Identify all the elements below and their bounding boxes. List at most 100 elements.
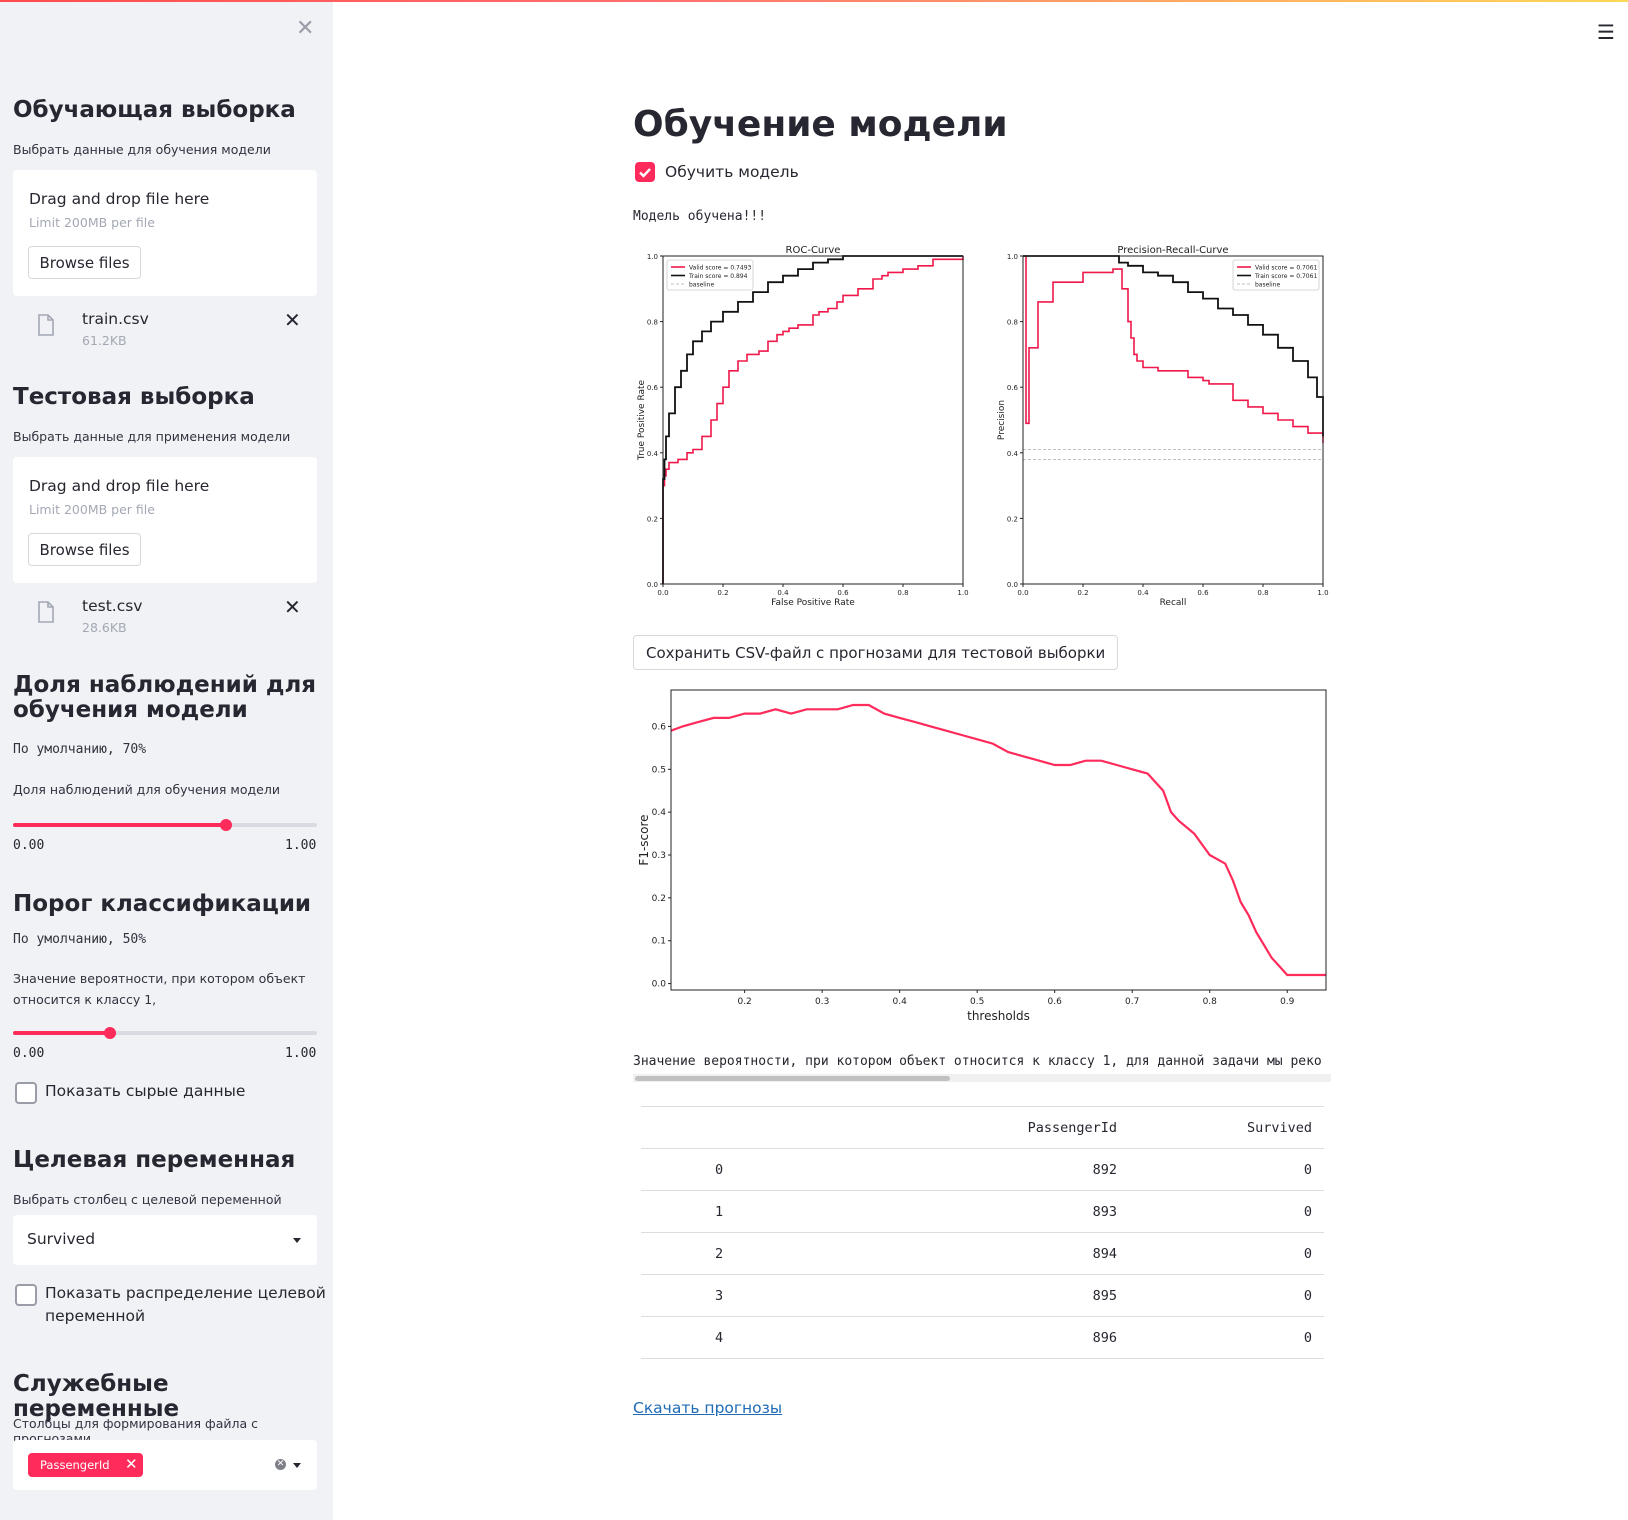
chevron-down-icon [293, 1238, 301, 1243]
service-multiselect[interactable]: PassengerId ✕ ✕ [13, 1440, 317, 1490]
table-row: 0 892 0 [641, 1148, 1324, 1191]
target-select[interactable]: Survived [13, 1215, 317, 1265]
close-sidebar-icon[interactable]: ✕ [296, 16, 314, 41]
slider-max: 1.00 [285, 838, 317, 853]
show-raw-checkbox[interactable] [15, 1082, 37, 1104]
precision-recall-chart: 0.0 0.2 0.4 0.6 0.8 1.0 0.0 0.2 0.4 0.6 0.8 1.0 Prec… [997, 245, 1329, 608]
service-heading: Служебные переменные [13, 1371, 180, 1422]
slider-max: 1.00 [285, 1046, 317, 1061]
save-csv-button[interactable]: Сохранить CSV-файл с прогнозами для тест… [633, 635, 1119, 670]
remove-chip-icon[interactable]: ✕ [125, 1455, 138, 1473]
series-line-2 [663, 256, 964, 585]
x-tick-label: 0.8 [897, 589, 908, 597]
train-heading: Обучающая выборка [13, 97, 296, 123]
train-model-checkbox[interactable] [635, 162, 655, 182]
y-tick-label: 0.2 [647, 515, 658, 523]
split-slider-label: Доля наблюдений для обучения модели [13, 782, 280, 797]
column-header: Survived [1129, 1106, 1324, 1149]
scrollbar-thumb[interactable] [635, 1076, 950, 1081]
threshold-slider[interactable] [13, 1022, 317, 1042]
threshold-label-line1: Значение вероятности, при котором объект [13, 971, 306, 986]
chart-title: Precision-Recall-Curve [1117, 245, 1228, 256]
split-slider[interactable] [13, 814, 317, 834]
legend-entry: baseline [689, 281, 714, 288]
split-default-note: По умолчанию, 70% [13, 742, 147, 757]
cell: 0 [1129, 1190, 1324, 1233]
remove-file-icon[interactable]: ✕ [284, 595, 301, 619]
browse-files-button[interactable]: Browse files [28, 246, 141, 279]
y-tick-label: 0.6 [647, 384, 659, 392]
y-tick-label: 0.0 [1007, 581, 1018, 589]
y-tick-label: 0.1 [652, 937, 666, 947]
browse-files-button[interactable]: Browse files [28, 533, 141, 566]
x-tick-label: 0.0 [1017, 589, 1028, 597]
series-line-0 [662, 256, 964, 584]
x-tick-label: 0.6 [1048, 997, 1063, 1007]
threshold-default-note: По умолчанию, 50% [13, 932, 147, 947]
hamburger-menu-icon[interactable]: ☰ [1597, 20, 1615, 44]
train-caption: Выбрать данные для обучения модели [13, 142, 271, 157]
x-tick-label: 0.7 [1125, 997, 1139, 1007]
row-index: 3 [641, 1274, 865, 1317]
file-name: test.csv [82, 597, 143, 615]
show-distribution-checkbox[interactable] [15, 1284, 37, 1306]
chart-title: ROC-Curve [786, 245, 841, 256]
train-file-row: train.csv 61.2KB ✕ [13, 306, 317, 356]
file-size: 61.2KB [82, 333, 127, 348]
show-raw-label: Показать сырые данные [45, 1082, 246, 1100]
legend-entry: Train score = 0.894 [688, 273, 748, 280]
x-tick-label: 0.8 [1203, 997, 1218, 1007]
slider-thumb[interactable] [219, 819, 232, 831]
column-header [641, 1106, 865, 1149]
predictions-table: PassengerId Survived 0 892 0 1 893 0 2 8… [641, 1106, 1324, 1359]
legend-entry: Valid score = 0.7061 [1255, 264, 1318, 271]
cell: 895 [865, 1274, 1129, 1317]
train-model-label: Обучить модель [665, 163, 799, 181]
x-tick-label: 1.0 [957, 589, 968, 597]
legend-entry: Valid score = 0.7493 [689, 264, 752, 271]
y-tick-label: 0.5 [652, 765, 666, 775]
split-heading-line1: Доля наблюдений для [13, 672, 317, 698]
row-index: 2 [641, 1232, 865, 1275]
roc-curve-chart: 0.0 0.2 0.4 0.6 0.8 1.0 0.0 0.2 0.4 0.6 0.8 1.0 ROC-… [637, 245, 969, 608]
recommendation-scroll[interactable]: Значение вероятности, при котором объект… [633, 1052, 1331, 1086]
x-tick-label: 0.6 [1197, 589, 1209, 597]
test-uploader[interactable]: Drag and drop file here Limit 200MB per … [13, 457, 317, 583]
show-distribution-label: Показать распределение целевой переменно… [45, 1282, 326, 1328]
y-tick-label: 0.6 [652, 722, 667, 732]
x-tick-label: 0.6 [837, 589, 849, 597]
sidebar: ✕ Обучающая выборка Выбрать данные для о… [0, 2, 333, 1520]
y-tick-label: 0.4 [1007, 450, 1019, 458]
slider-thumb[interactable] [104, 1027, 117, 1039]
table-row: 1 893 0 [641, 1190, 1324, 1233]
plot-frame [662, 255, 964, 585]
test-caption: Выбрать данные для применения модели [13, 429, 291, 444]
threshold-label-line2: относится к классу 1, [13, 992, 157, 1007]
threshold-slider-label: Значение вероятности, при котором объект… [13, 968, 305, 1010]
file-name: train.csv [82, 310, 149, 328]
y-axis-label: F1-score [637, 814, 651, 865]
train-uploader[interactable]: Drag and drop file here Limit 200MB per … [13, 170, 317, 296]
x-tick-label: 0.2 [717, 589, 728, 597]
clear-all-icon[interactable]: ✕ [275, 1459, 286, 1470]
cell: 893 [865, 1190, 1129, 1233]
row-index: 4 [641, 1316, 865, 1359]
cell: 0 [1129, 1316, 1324, 1359]
cell: 894 [865, 1232, 1129, 1275]
y-tick-label: 0.0 [647, 581, 658, 589]
table-header-row: PassengerId Survived [641, 1106, 1324, 1149]
show-distribution-label-line1: Показать распределение целевой [45, 1284, 326, 1302]
split-heading: Доля наблюдений для обучения модели [13, 673, 316, 723]
x-tick-label: 0.4 [1137, 589, 1149, 597]
x-axis-label: Recall [1160, 598, 1187, 608]
f1-score-chart: 0.2 0.3 0.4 0.5 0.6 0.7 0.8 0.9 0.0 0.1 0.2 0.3 0.4 0… [637, 689, 1327, 1023]
remove-file-icon[interactable]: ✕ [284, 308, 301, 332]
passengerid-chip[interactable]: PassengerId ✕ [28, 1453, 143, 1477]
test-file-row: test.csv 28.6KB ✕ [13, 593, 317, 643]
download-predictions-link[interactable]: Скачать прогнозы [633, 1399, 782, 1417]
target-selected-value: Survived [27, 1230, 96, 1248]
x-tick-label: 0.3 [815, 997, 829, 1007]
limit-text: Limit 200MB per file [29, 502, 155, 517]
threshold-heading: Порог классификации [13, 891, 312, 917]
checkmark-icon [639, 168, 651, 178]
